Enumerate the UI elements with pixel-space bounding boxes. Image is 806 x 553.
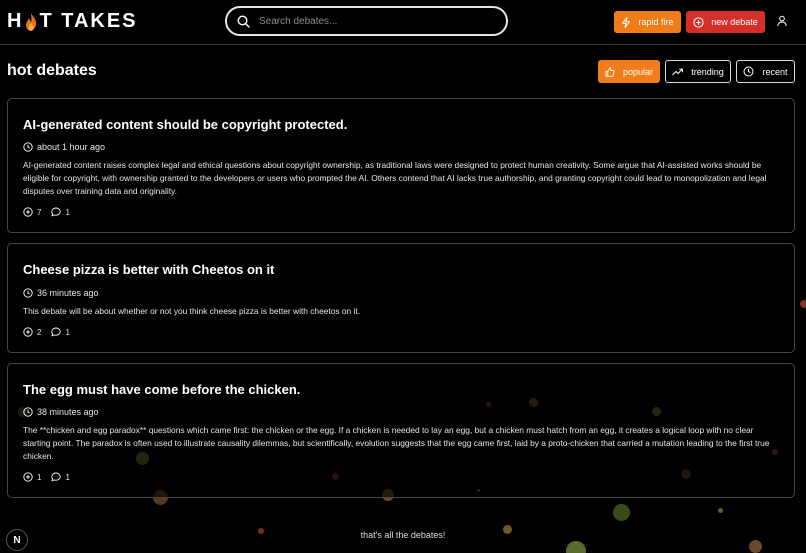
comment-count[interactable]: 1 xyxy=(51,472,70,482)
debate-stats: 7 1 xyxy=(23,207,80,217)
debate-time: 38 minutes ago xyxy=(37,407,99,417)
vote-count-value: 7 xyxy=(37,207,42,217)
tab-popular[interactable]: popular xyxy=(598,60,660,83)
debate-title[interactable]: Cheese pizza is better with Cheetos on i… xyxy=(23,262,274,277)
tab-recent-label: recent xyxy=(762,66,788,77)
new-debate-button[interactable]: new debate xyxy=(686,11,765,33)
debate-stats: 1 1 xyxy=(23,472,80,482)
debate-description: The **chicken and egg paradox** question… xyxy=(23,425,770,461)
comment-icon xyxy=(51,472,62,482)
rapid-fire-button[interactable]: rapid fire xyxy=(614,11,681,33)
plus-circle-icon xyxy=(23,327,33,337)
debate-card[interactable]: Cheese pizza is better with Cheetos on i… xyxy=(7,243,795,353)
search-bar[interactable] xyxy=(225,6,508,36)
end-of-list-message: that's all the debates! xyxy=(360,530,446,540)
vote-count-value: 2 xyxy=(37,327,42,337)
debate-title[interactable]: The egg must have come before the chicke… xyxy=(23,382,300,397)
comment-count[interactable]: 1 xyxy=(51,327,70,337)
plus-circle-icon xyxy=(693,16,704,28)
rapid-fire-label: rapid fire xyxy=(638,17,674,27)
top-nav: H T TAKES rapid fire new debate xyxy=(0,0,806,45)
lightning-icon xyxy=(622,16,631,28)
comment-count[interactable]: 1 xyxy=(51,207,70,217)
vote-count[interactable]: 1 xyxy=(23,472,41,482)
tab-trending-label: trending xyxy=(691,66,724,77)
debate-time: 36 minutes ago xyxy=(37,288,99,298)
app-logo[interactable]: H T TAKES xyxy=(7,10,138,33)
comment-count-value: 1 xyxy=(65,327,70,337)
clock-icon xyxy=(743,66,754,77)
logo-text-start: H xyxy=(7,10,24,32)
comment-count-value: 1 xyxy=(65,472,70,482)
search-input[interactable] xyxy=(259,15,479,27)
vote-count-value: 1 xyxy=(37,472,42,482)
clock-icon xyxy=(23,288,33,298)
page-title: hot debates xyxy=(7,62,97,79)
tab-popular-label: popular xyxy=(622,66,654,77)
flame-icon xyxy=(26,12,37,31)
debate-title[interactable]: AI-generated content should be copyright… xyxy=(23,117,347,132)
comment-icon xyxy=(51,207,62,217)
thumbs-up-icon xyxy=(605,66,615,77)
debate-stats: 2 1 xyxy=(23,327,80,337)
plus-circle-icon xyxy=(23,472,33,482)
trending-up-icon xyxy=(672,68,684,75)
debate-timestamp: about 1 hour ago xyxy=(23,142,105,152)
debate-description: AI-generated content raises complex lega… xyxy=(23,160,767,196)
debate-time: about 1 hour ago xyxy=(37,142,106,152)
logo-text-end: T TAKES xyxy=(39,10,138,32)
vote-count[interactable]: 7 xyxy=(23,207,41,217)
tab-trending[interactable]: trending xyxy=(665,60,731,83)
debate-card[interactable]: AI-generated content should be copyright… xyxy=(7,98,795,233)
search-icon xyxy=(237,14,250,28)
debate-timestamp: 36 minutes ago xyxy=(23,288,99,298)
comment-count-value: 1 xyxy=(65,207,70,217)
debate-description: This debate will be about whether or not… xyxy=(23,306,361,316)
debate-timestamp: 38 minutes ago xyxy=(23,407,99,417)
tab-recent[interactable]: recent xyxy=(736,60,795,83)
dev-tools-badge[interactable]: N xyxy=(6,529,28,551)
vote-count[interactable]: 2 xyxy=(23,327,41,337)
new-debate-label: new debate xyxy=(711,17,758,27)
debate-card[interactable]: The egg must have come before the chicke… xyxy=(7,363,795,498)
plus-circle-icon xyxy=(23,207,33,217)
clock-icon xyxy=(23,407,33,417)
clock-icon xyxy=(23,142,33,152)
user-icon[interactable] xyxy=(776,15,788,27)
comment-icon xyxy=(51,327,62,337)
